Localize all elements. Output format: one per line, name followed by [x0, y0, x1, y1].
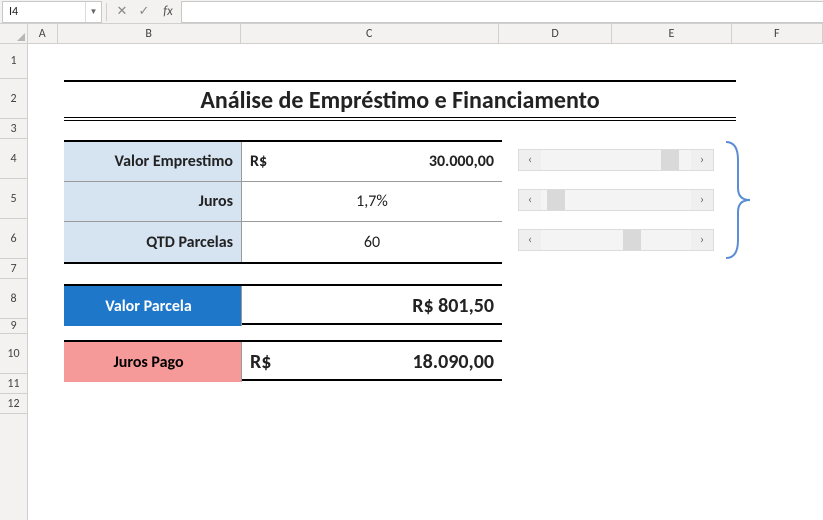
scroll-thumb[interactable]	[661, 150, 679, 170]
table-row: Juros 1,7%	[64, 182, 502, 222]
column-headers: A B C D E F	[0, 24, 823, 44]
cancel-formula-button[interactable]: ✕	[111, 2, 133, 22]
name-box-value: I4	[3, 5, 85, 19]
interest-paid-value: 18.090,00	[413, 350, 494, 374]
insert-function-button[interactable]: fx	[155, 2, 181, 22]
scroll-left-button[interactable]: ‹	[519, 150, 541, 170]
rate-label: Juros	[64, 182, 242, 221]
n-scroll-control[interactable]: ‹ ›	[518, 229, 714, 251]
rate-value-cell[interactable]: 1,7%	[242, 182, 502, 221]
formula-bar-strip: I4 ▼ ✕ ✓ fx	[0, 0, 823, 24]
curly-brace-icon	[722, 140, 752, 260]
row-header-12[interactable]: 12	[0, 394, 27, 414]
installment-table: Valor Parcela R$ 801,50	[64, 284, 502, 325]
scroll-track[interactable]	[541, 150, 691, 170]
row-header-10[interactable]: 10	[0, 334, 27, 374]
scroll-left-button[interactable]: ‹	[519, 190, 541, 210]
interest-paid-label: Juros Pago	[64, 342, 242, 382]
interest-paid-value-cell[interactable]: R$ 18.090,00	[242, 342, 502, 382]
scroll-right-button[interactable]: ›	[691, 150, 713, 170]
row-header-4[interactable]: 4	[0, 139, 27, 179]
installment-value-cell[interactable]: R$ 801,50	[242, 286, 502, 326]
col-header-E[interactable]: E	[612, 24, 731, 43]
table-row: Valor Parcela R$ 801,50	[64, 286, 502, 326]
installment-value: R$ 801,50	[412, 294, 494, 318]
col-header-F[interactable]: F	[732, 24, 823, 43]
rate-value: 1,7%	[356, 192, 388, 211]
currency-prefix: R$	[250, 350, 271, 374]
title-row: Análise de Empréstimo e Financiamento	[64, 80, 736, 121]
confirm-formula-button[interactable]: ✓	[133, 2, 155, 22]
loan-value-cell[interactable]: R$ 30.000,00	[242, 142, 502, 181]
formula-input[interactable]	[181, 1, 823, 23]
name-box[interactable]: I4 ▼	[2, 1, 102, 23]
scroll-left-button[interactable]: ‹	[519, 230, 541, 250]
col-header-D[interactable]: D	[499, 24, 612, 43]
scroll-thumb[interactable]	[547, 190, 565, 210]
scroll-track[interactable]	[541, 190, 691, 210]
divider	[106, 3, 107, 21]
row-header-9[interactable]: 9	[0, 319, 27, 334]
col-header-B[interactable]: B	[58, 24, 241, 43]
interest-paid-table: Juros Pago R$ 18.090,00	[64, 340, 502, 381]
row-header-1[interactable]: 1	[0, 44, 27, 79]
loan-label: Valor Emprestimo	[64, 142, 242, 181]
n-label: QTD Parcelas	[64, 222, 242, 262]
name-box-dropdown[interactable]: ▼	[85, 2, 101, 22]
select-all-corner[interactable]	[0, 24, 28, 43]
row-header-2[interactable]: 2	[0, 79, 27, 119]
inputs-table: Valor Emprestimo R$ 30.000,00 Juros 1,7%…	[64, 140, 502, 264]
table-row: Juros Pago R$ 18.090,00	[64, 342, 502, 382]
row-headers: 1 2 3 4 5 6 7 8 9 10 11 12	[0, 44, 28, 520]
row-header-6[interactable]: 6	[0, 219, 27, 259]
loan-scroll-control[interactable]: ‹ ›	[518, 149, 714, 171]
row-header-3[interactable]: 3	[0, 119, 27, 139]
scroll-track[interactable]	[541, 230, 691, 250]
scroll-right-button[interactable]: ›	[691, 230, 713, 250]
col-header-C[interactable]: C	[241, 24, 499, 43]
row-header-5[interactable]: 5	[0, 179, 27, 219]
col-header-A[interactable]: A	[28, 24, 58, 43]
rate-scroll-control[interactable]: ‹ ›	[518, 189, 714, 211]
scroll-right-button[interactable]: ›	[691, 190, 713, 210]
n-value-cell[interactable]: 60	[242, 222, 502, 262]
scroll-thumb[interactable]	[623, 230, 641, 250]
n-value: 60	[364, 233, 380, 252]
loan-value: 30.000,00	[429, 152, 494, 171]
row-header-7[interactable]: 7	[0, 259, 27, 279]
installment-label: Valor Parcela	[64, 286, 242, 326]
table-row: QTD Parcelas 60	[64, 222, 502, 262]
table-row: Valor Emprestimo R$ 30.000,00	[64, 142, 502, 182]
cell-grid[interactable]: Análise de Empréstimo e Financiamento Va…	[28, 44, 823, 520]
currency-prefix: R$	[250, 152, 267, 171]
row-header-11[interactable]: 11	[0, 374, 27, 394]
page-title: Análise de Empréstimo e Financiamento	[200, 86, 599, 115]
row-header-8[interactable]: 8	[0, 279, 27, 319]
